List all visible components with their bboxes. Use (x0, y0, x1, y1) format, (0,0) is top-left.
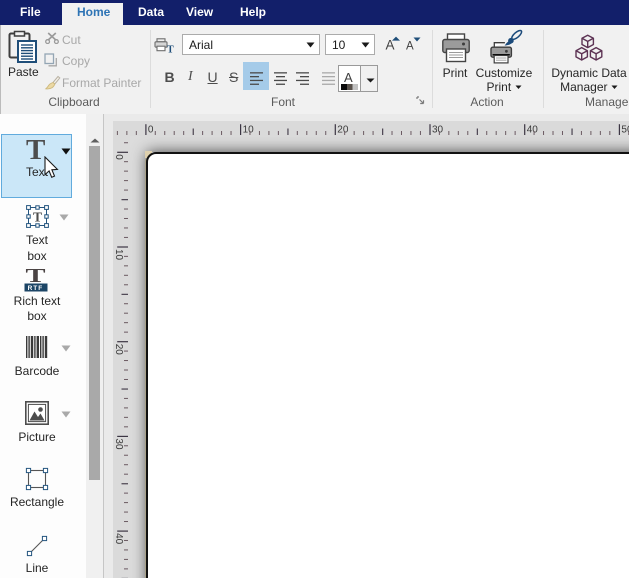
svg-text:50: 50 (621, 124, 629, 135)
svg-text:0: 0 (148, 124, 154, 135)
svg-text:10: 10 (113, 249, 124, 261)
svg-text:A: A (406, 41, 414, 52)
svg-text:40: 40 (527, 124, 539, 135)
svg-text:30: 30 (113, 438, 124, 450)
svg-text:10: 10 (243, 124, 255, 135)
svg-text:20: 20 (113, 344, 124, 356)
svg-text:T: T (167, 45, 174, 54)
svg-text:0: 0 (113, 154, 124, 160)
svg-text:T: T (33, 210, 42, 225)
svg-text:20: 20 (337, 124, 349, 135)
svg-text:40: 40 (113, 533, 124, 545)
svg-text:30: 30 (432, 124, 444, 135)
svg-text:RTF: RTF (28, 285, 44, 292)
